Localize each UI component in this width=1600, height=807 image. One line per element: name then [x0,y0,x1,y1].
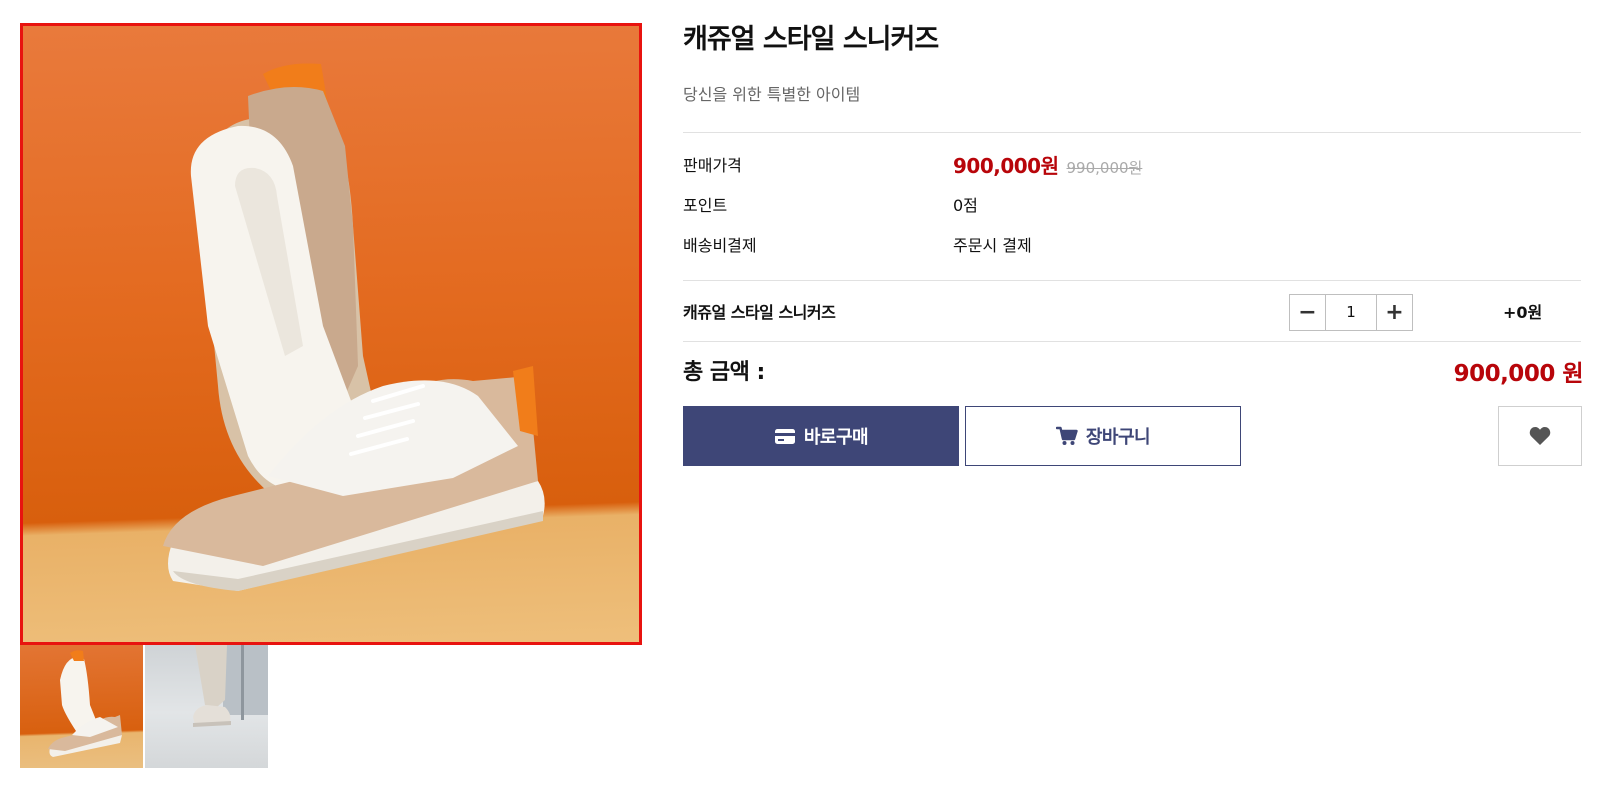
thumbnail-sneakers-worn[interactable] [145,645,268,768]
price-label: 판매가격 [683,156,742,175]
quantity-stepper: − 1 + [1289,294,1413,331]
thumbnail-image [193,645,268,727]
cart-icon [1055,426,1078,445]
sneakers-photo [163,63,545,591]
main-product-image [20,23,642,645]
add-to-cart-label: 장바구니 [1085,427,1151,448]
heart-icon [1529,427,1551,445]
option-price: +0원 [1503,303,1543,322]
thumbnail-list [20,645,270,770]
action-buttons: 바로구매 장바구니 [683,406,1583,466]
product-subtitle: 당신을 위한 특별한 아이템 [683,85,861,104]
option-name: 캐쥬얼 스타일 스니커즈 [683,303,836,322]
shipping-row: 배송비결제 주문시 결제 [683,226,1583,266]
sale-price: 900,000원 [953,154,1059,178]
detail-rows: 판매가격 900,000원 990,000원 포인트 0점 배송비결제 주문시 결… [683,133,1583,280]
thumbnail-image [48,650,122,757]
add-to-cart-button[interactable]: 장바구니 [965,406,1241,466]
price-values: 900,000원 990,000원 [953,146,1142,188]
wishlist-button[interactable] [1498,406,1582,466]
shipping-label: 배송비결제 [683,236,757,255]
option-row: 캐쥬얼 스타일 스니커즈 − 1 + +0원 [683,281,1583,341]
thumbnail-sneakers-orange[interactable] [20,645,143,768]
quantity-decrease-button[interactable]: − [1290,295,1326,330]
credit-card-icon [774,428,795,444]
point-value: 0점 [953,196,978,215]
total-row: 총 금액 : 900,000 원 [683,342,1584,400]
shipping-value: 주문시 결제 [953,236,1032,255]
total-amount: 900,000 원 [1453,361,1584,387]
buy-now-label: 바로구매 [803,427,869,448]
product-title: 캐쥬얼 스타일 스니커즈 [683,24,939,55]
original-price: 990,000원 [1066,159,1143,177]
product-info: 캐쥬얼 스타일 스니커즈 당신을 위한 특별한 아이템 판매가격 900,000… [683,20,1584,466]
buy-now-button[interactable]: 바로구매 [683,406,959,466]
quantity-increase-button[interactable]: + [1376,295,1412,330]
total-label: 총 금액 : [683,360,765,385]
quantity-value[interactable]: 1 [1326,295,1376,330]
point-label: 포인트 [683,196,728,215]
point-row: 포인트 0점 [683,186,1583,226]
price-row: 판매가격 900,000원 990,000원 [683,146,1583,186]
